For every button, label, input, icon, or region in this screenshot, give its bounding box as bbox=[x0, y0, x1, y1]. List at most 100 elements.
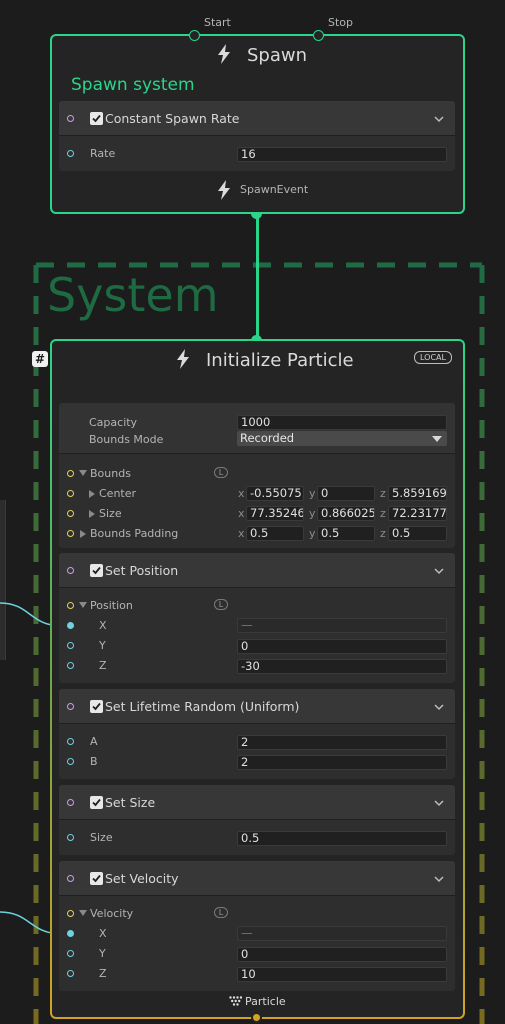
set-position-port[interactable] bbox=[67, 567, 74, 574]
spawn-event-label: SpawnEvent bbox=[240, 183, 309, 196]
position-z-field[interactable]: -30 bbox=[237, 659, 447, 674]
set-velocity-port[interactable] bbox=[67, 875, 74, 882]
set-lifetime-port[interactable] bbox=[67, 703, 74, 710]
center-x-axis: x bbox=[238, 487, 245, 500]
lifetime-a-port[interactable] bbox=[67, 738, 74, 745]
spawn-bolt-icon bbox=[218, 44, 230, 64]
init-title: Initialize Particle bbox=[206, 350, 354, 371]
position-port[interactable] bbox=[67, 602, 74, 609]
size-y-field[interactable]: 0.866025 bbox=[317, 506, 375, 521]
spawn-system-name[interactable]: Spawn system bbox=[71, 75, 195, 95]
size-port[interactable] bbox=[67, 510, 74, 517]
bounds-mode-label: Bounds Mode bbox=[89, 433, 164, 446]
velocity-label: Velocity bbox=[90, 907, 134, 920]
stop-label: Stop bbox=[328, 16, 354, 29]
padding-port[interactable] bbox=[67, 530, 74, 537]
position-z-label: Z bbox=[99, 659, 107, 672]
bounds-space-toggle[interactable]: L bbox=[214, 467, 228, 478]
block-port[interactable] bbox=[67, 115, 74, 122]
velocity-y-field[interactable]: 0 bbox=[237, 947, 447, 962]
velocity-x-field: — bbox=[237, 926, 447, 941]
chevron-down-icon[interactable] bbox=[433, 115, 445, 123]
size-z-field[interactable]: 72.23177 bbox=[388, 506, 447, 521]
constant-spawn-rate-checkbox[interactable] bbox=[90, 112, 103, 125]
position-y-port[interactable] bbox=[67, 642, 74, 649]
lifetime-b-port[interactable] bbox=[67, 758, 74, 765]
center-z-axis: z bbox=[380, 487, 386, 500]
center-port[interactable] bbox=[67, 490, 74, 497]
capacity-field[interactable]: 1000 bbox=[237, 415, 447, 430]
set-size-checkbox[interactable] bbox=[90, 796, 103, 809]
bounds-label: Bounds bbox=[90, 467, 131, 480]
padding-z-field[interactable]: 0.5 bbox=[388, 526, 447, 541]
velocity-x-label: X bbox=[99, 927, 107, 940]
velocity-expand-icon[interactable] bbox=[79, 910, 87, 916]
center-z-field[interactable]: 5.859169 bbox=[388, 486, 447, 501]
bounds-expand-icon[interactable] bbox=[79, 470, 87, 476]
velocity-space-toggle[interactable]: L bbox=[214, 907, 228, 918]
center-y-axis: y bbox=[309, 487, 316, 500]
rate-port[interactable] bbox=[67, 150, 74, 157]
velocity-x-port[interactable] bbox=[67, 930, 74, 937]
chevron-down-icon[interactable] bbox=[433, 799, 445, 807]
set-position-checkbox[interactable] bbox=[90, 564, 103, 577]
position-expand-icon[interactable] bbox=[79, 602, 87, 608]
init-bolt-icon bbox=[177, 349, 189, 369]
set-position-label: Set Position bbox=[105, 563, 179, 578]
capacity-label: Capacity bbox=[89, 416, 138, 429]
padding-z-axis: z bbox=[380, 527, 386, 540]
center-x-field[interactable]: -0.55075 bbox=[246, 486, 304, 501]
center-expand-icon[interactable] bbox=[89, 490, 95, 498]
set-lifetime-label: Set Lifetime Random (Uniform) bbox=[105, 699, 300, 714]
hash-badge[interactable]: # bbox=[32, 351, 48, 367]
padding-expand-icon[interactable] bbox=[80, 530, 86, 538]
padding-x-field[interactable]: 0.5 bbox=[246, 526, 304, 541]
velocity-z-label: Z bbox=[99, 967, 107, 980]
chevron-down-icon[interactable] bbox=[433, 703, 445, 711]
center-label: Center bbox=[99, 487, 137, 500]
velocity-z-field[interactable]: 10 bbox=[237, 967, 447, 982]
rate-field[interactable]: 16 bbox=[237, 147, 447, 162]
spawn-event-edge[interactable] bbox=[256, 214, 259, 340]
lifetime-b-label: B bbox=[90, 755, 98, 768]
particle-icon bbox=[229, 996, 242, 1006]
set-velocity-checkbox[interactable] bbox=[90, 872, 103, 885]
position-y-field[interactable]: 0 bbox=[237, 639, 447, 654]
chevron-down-icon[interactable] bbox=[433, 567, 445, 575]
velocity-port[interactable] bbox=[67, 910, 74, 917]
lifetime-b-field[interactable]: 2 bbox=[237, 755, 447, 770]
size-value-port[interactable] bbox=[67, 834, 74, 841]
set-lifetime-checkbox[interactable] bbox=[90, 700, 103, 713]
position-label: Position bbox=[90, 599, 133, 612]
lifetime-a-field[interactable]: 2 bbox=[237, 735, 447, 750]
bounds-padding-label: Bounds Padding bbox=[90, 527, 179, 540]
stop-port[interactable] bbox=[313, 30, 324, 41]
spawn-title: Spawn bbox=[247, 45, 308, 66]
velocity-y-port[interactable] bbox=[67, 950, 74, 957]
lifetime-a-label: A bbox=[90, 735, 98, 748]
set-size-label: Set Size bbox=[105, 795, 156, 810]
position-z-port[interactable] bbox=[67, 662, 74, 669]
position-space-toggle[interactable]: L bbox=[214, 599, 228, 610]
size-x-field[interactable]: 77.35246 bbox=[246, 506, 304, 521]
set-velocity-label: Set Velocity bbox=[105, 871, 179, 886]
chevron-down-icon[interactable] bbox=[433, 875, 445, 883]
position-x-port[interactable] bbox=[67, 622, 74, 629]
set-size-port[interactable] bbox=[67, 799, 74, 806]
padding-y-field[interactable]: 0.5 bbox=[317, 526, 375, 541]
size-x-axis: x bbox=[238, 507, 245, 520]
constant-spawn-rate-label: Constant Spawn Rate bbox=[105, 111, 240, 126]
velocity-z-port[interactable] bbox=[67, 970, 74, 977]
size-value-field[interactable]: 0.5 bbox=[237, 831, 447, 846]
start-label: Start bbox=[204, 16, 231, 29]
bounds-mode-dropdown[interactable]: Recorded bbox=[237, 431, 447, 446]
local-space-badge[interactable]: LOCAL bbox=[414, 351, 452, 364]
start-port[interactable] bbox=[189, 30, 200, 41]
bounds-port[interactable] bbox=[67, 470, 74, 477]
particle-output-port[interactable] bbox=[251, 1012, 262, 1023]
size-expand-icon[interactable] bbox=[89, 510, 95, 518]
center-y-field[interactable]: 0 bbox=[317, 486, 375, 501]
position-x-field: — bbox=[237, 618, 447, 633]
padding-x-axis: x bbox=[238, 527, 245, 540]
size-z-axis: z bbox=[380, 507, 386, 520]
